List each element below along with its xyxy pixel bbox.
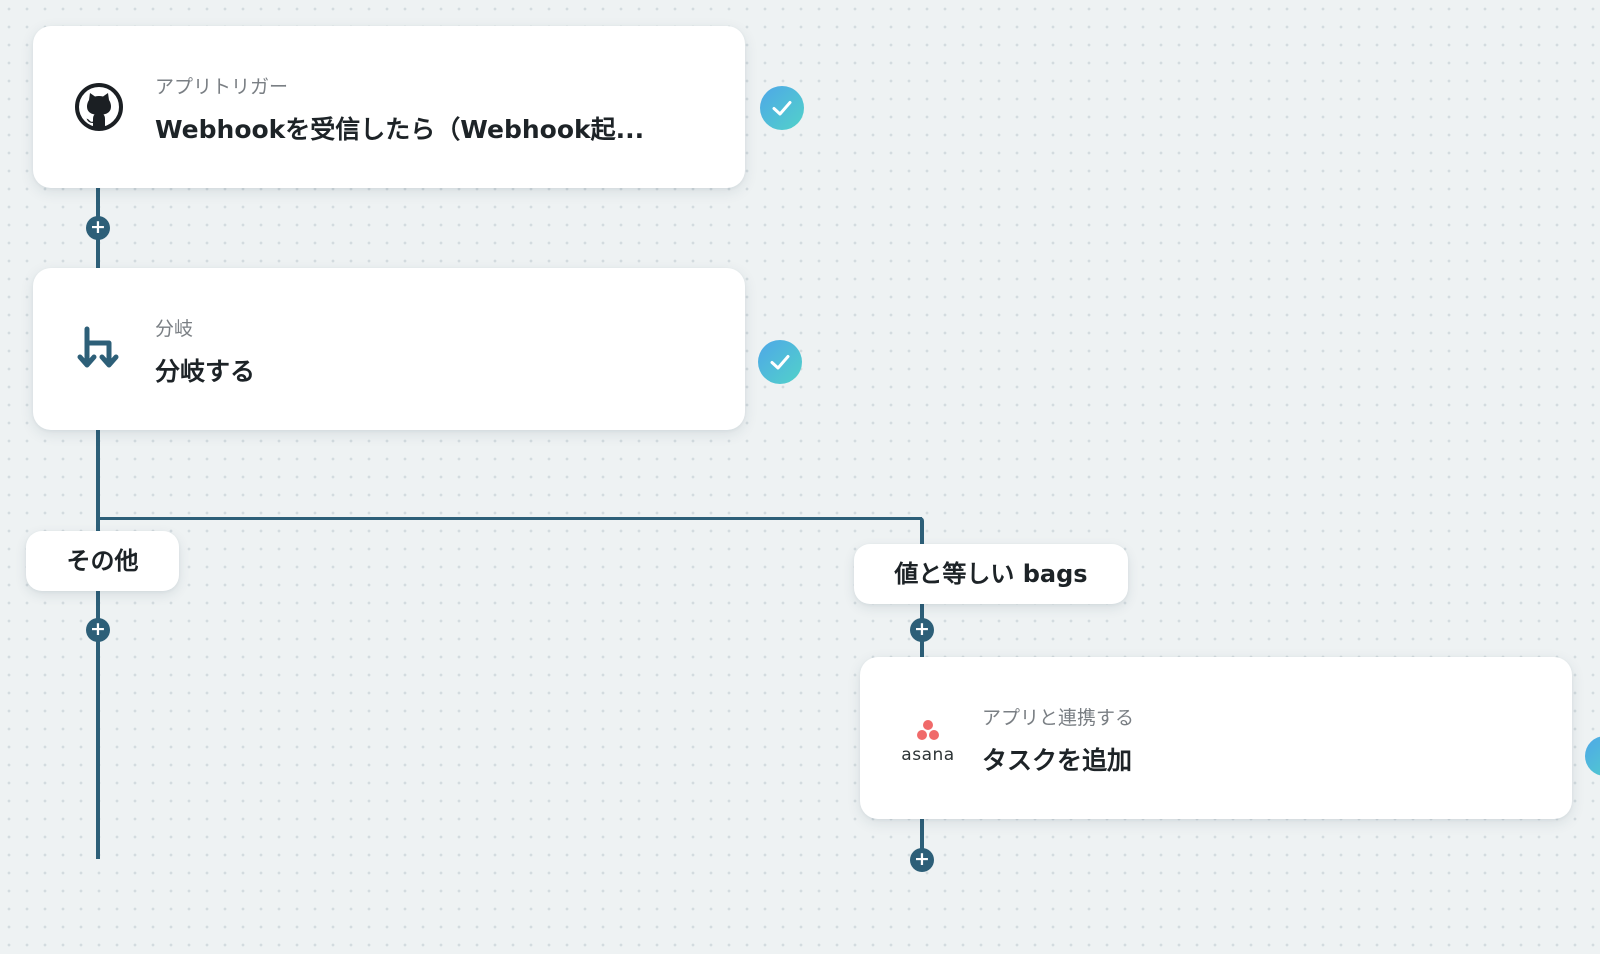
connector-line [96, 429, 100, 859]
node-type-label: 分岐 [155, 318, 194, 340]
add-step-button[interactable]: + [86, 216, 110, 240]
asana-icon: asana [900, 719, 956, 765]
branch-icon [73, 323, 125, 375]
branch-node-card[interactable]: 分岐 分岐する [33, 268, 745, 430]
status-check-icon [1585, 736, 1600, 776]
asana-node-card[interactable]: asana アプリと連携する タスクを追加 [860, 657, 1572, 819]
node-title: Webhookを受信したら（Webhook起... [155, 115, 645, 144]
status-check-icon [760, 86, 804, 130]
branch-label-condition[interactable]: 値と等しい bags [854, 544, 1128, 604]
add-step-button[interactable]: + [86, 618, 110, 642]
node-type-label: アプリトリガー [155, 76, 289, 98]
asana-logo-text: asana [901, 745, 955, 765]
trigger-node-card[interactable]: アプリトリガー Webhookを受信したら（Webhook起... [33, 26, 745, 188]
add-step-button[interactable]: + [910, 848, 934, 872]
status-check-icon [758, 340, 802, 384]
node-type-label: アプリと連携する [982, 707, 1135, 729]
asana-dots-icon [917, 720, 939, 740]
github-icon [73, 81, 125, 133]
connector-line [96, 517, 922, 520]
node-title: 分岐する [155, 357, 256, 386]
branch-label-other[interactable]: その他 [26, 531, 179, 591]
add-step-button[interactable]: + [910, 618, 934, 642]
node-title: タスクを追加 [982, 746, 1133, 775]
